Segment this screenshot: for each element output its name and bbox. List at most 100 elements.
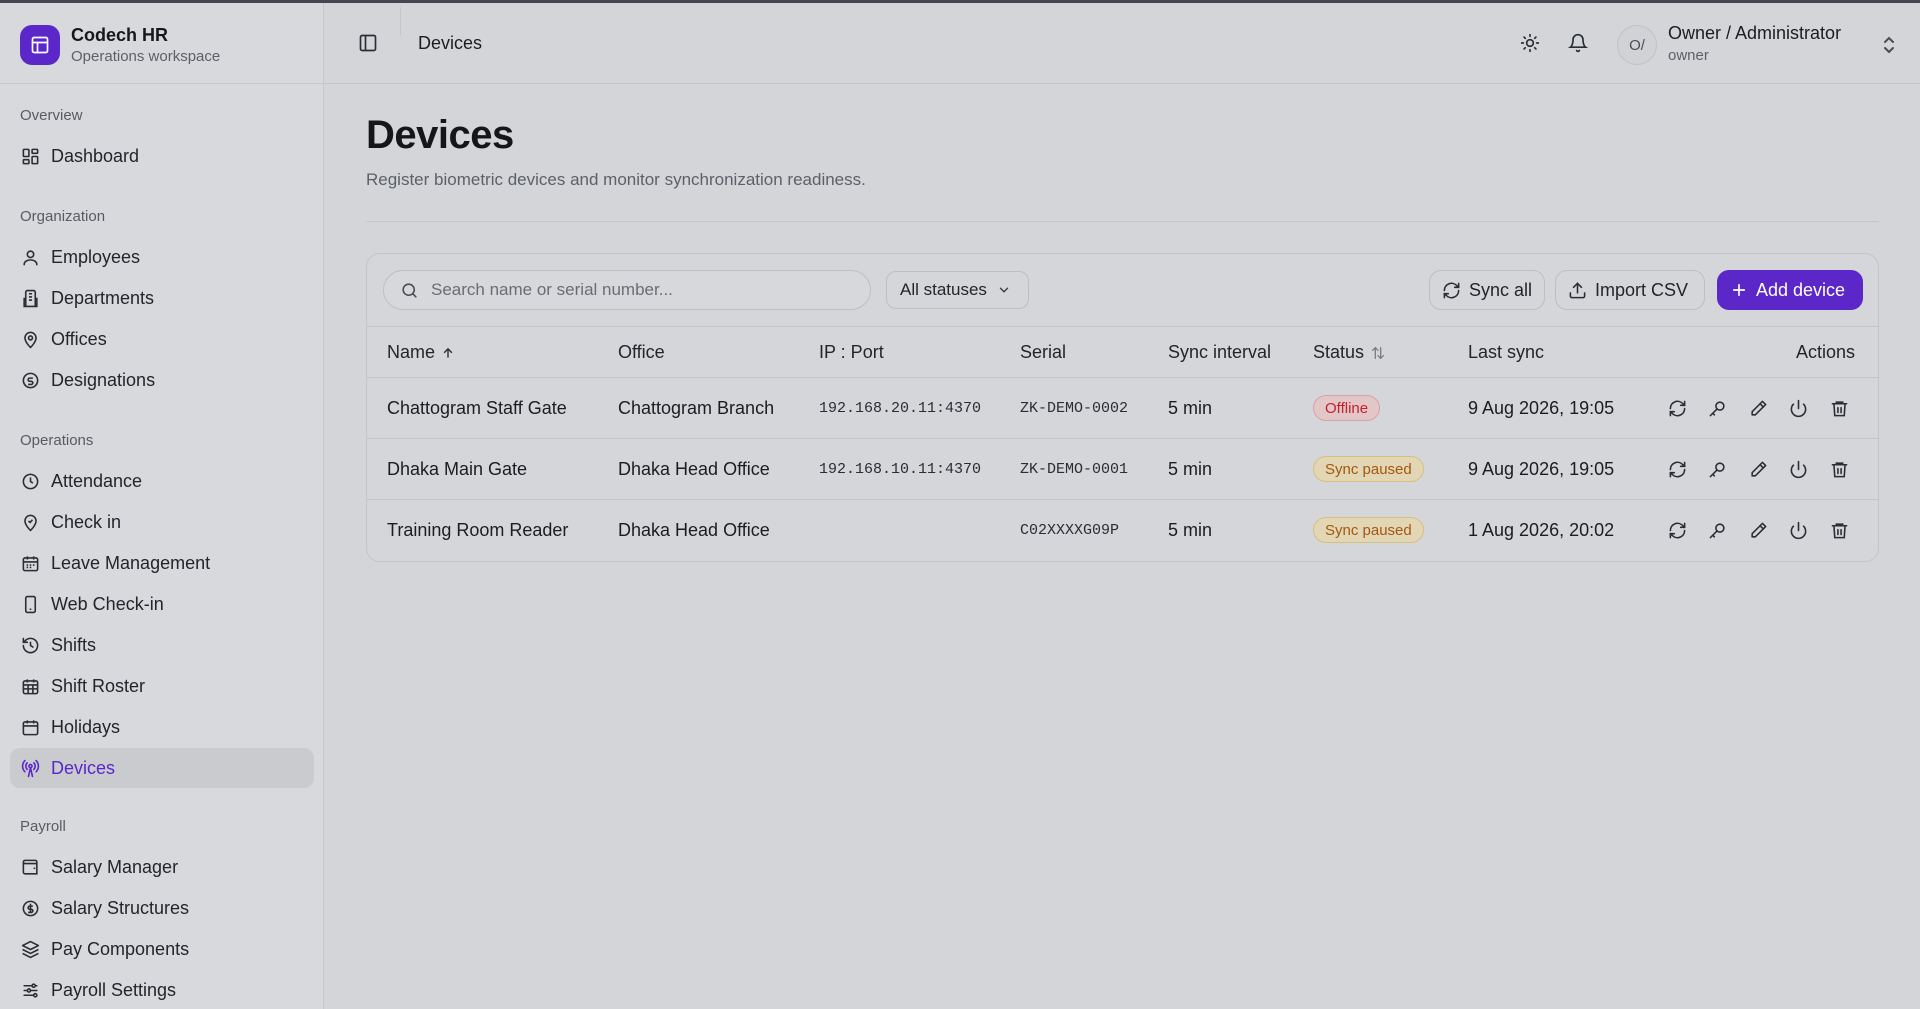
sync-device-button[interactable] <box>1666 519 1688 541</box>
sidebar-item-devices[interactable]: Devices <box>10 748 314 788</box>
sidebar-item-payroll-settings[interactable]: Payroll Settings <box>10 970 314 1009</box>
search-input[interactable] <box>431 280 831 300</box>
status-badge: Offline <box>1313 395 1381 421</box>
table-row[interactable]: Training Room Reader Dhaka Head Office C… <box>367 500 1878 561</box>
column-label: Last sync <box>1468 342 1545 362</box>
delete-device-button[interactable] <box>1828 397 1850 419</box>
section-title-operations: Operations <box>20 432 94 449</box>
sidebar-item-check-in[interactable]: Check in <box>10 502 314 542</box>
brand-name: Codech HR <box>71 25 169 45</box>
divider <box>0 83 324 84</box>
sidebar-item-attendance[interactable]: Attendance <box>10 461 314 501</box>
header-title: Devices <box>418 33 483 53</box>
badge-icon <box>20 370 40 390</box>
delete-device-button[interactable] <box>1828 458 1850 480</box>
device-office: Dhaka Head Office <box>618 520 770 540</box>
column-label: Sync interval <box>1168 342 1272 362</box>
column-header-sync-interval[interactable]: Sync interval <box>1168 342 1271 363</box>
edit-device-button[interactable] <box>1747 458 1769 480</box>
sync-device-button[interactable] <box>1666 397 1688 419</box>
sidebar-item-designations[interactable]: Designations <box>10 360 314 400</box>
column-header-ip-port[interactable]: IP : Port <box>819 342 884 363</box>
status-badge: Sync paused <box>1313 456 1424 482</box>
sidebar-item-shift-roster[interactable]: Shift Roster <box>10 666 314 706</box>
import-csv-button[interactable]: Import CSV <box>1555 270 1705 310</box>
sidebar-item-shifts[interactable]: Shifts <box>10 625 314 665</box>
devices-card: All statuses Sync all Import CSV Add dev… <box>366 253 1879 562</box>
sidebar-item-label: Employees <box>51 246 141 267</box>
search-icon <box>402 282 417 298</box>
sidebar-item-holidays[interactable]: Holidays <box>10 707 314 747</box>
device-sync-interval: 5 min <box>1168 520 1213 540</box>
status-filter-select[interactable]: All statuses <box>886 271 1029 309</box>
device-serial: C02XXXXG09P <box>1020 522 1120 539</box>
column-header-name[interactable]: Name <box>387 342 455 363</box>
avatar: O/ <box>1617 25 1657 65</box>
sidebar-item-label: Designations <box>51 369 156 390</box>
sidebar-item-salary-manager[interactable]: Salary Manager <box>10 847 314 887</box>
chevron-down-icon <box>999 287 1009 293</box>
sidebar-item-leave-management[interactable]: Leave Management <box>10 543 314 583</box>
column-label: Name <box>387 342 436 362</box>
device-serial: ZK-DEMO-0002 <box>1020 400 1129 417</box>
sidebar-item-label: Departments <box>51 287 155 308</box>
column-header-actions: Actions <box>1796 342 1855 363</box>
import-csv-label: Import CSV <box>1595 279 1689 300</box>
sync-all-button[interactable]: Sync all <box>1429 270 1545 310</box>
smartphone-icon <box>20 594 40 614</box>
sidebar-item-label: Dashboard <box>51 145 140 166</box>
sync-device-button[interactable] <box>1666 458 1688 480</box>
toggle-device-power-button[interactable] <box>1787 397 1809 419</box>
sidebar-item-web-check-in[interactable]: Web Check-in <box>10 584 314 624</box>
bell-icon <box>1568 33 1588 53</box>
search-box[interactable] <box>383 270 871 310</box>
sidebar-item-label: Shift Roster <box>51 675 146 696</box>
brand-subtitle: Operations workspace <box>71 48 221 65</box>
sidebar-item-label: Pay Components <box>51 938 190 959</box>
sidebar-toggle-button[interactable] <box>355 30 381 56</box>
power-icon <box>1790 399 1806 417</box>
sidebar-item-offices[interactable]: Offices <box>10 319 314 359</box>
sync-all-label: Sync all <box>1469 279 1533 300</box>
sidebar-item-label: Offices <box>51 328 107 349</box>
device-sync-interval: 5 min <box>1168 459 1213 479</box>
edit-device-button[interactable] <box>1747 519 1769 541</box>
brand[interactable]: Codech HR Operations workspace <box>20 23 310 67</box>
edit-device-button[interactable] <box>1747 397 1769 419</box>
column-header-office[interactable]: Office <box>618 342 665 363</box>
status-badge: Sync paused <box>1313 517 1424 543</box>
delete-device-button[interactable] <box>1828 519 1850 541</box>
sidebar-item-label: Salary Manager <box>51 856 179 877</box>
table-row[interactable]: Dhaka Main Gate Dhaka Head Office 192.16… <box>367 439 1878 500</box>
sidebar-item-pay-components[interactable]: Pay Components <box>10 929 314 969</box>
device-key-button[interactable] <box>1706 458 1728 480</box>
refresh-icon <box>1442 281 1461 300</box>
toggle-device-power-button[interactable] <box>1787 458 1809 480</box>
building-icon <box>20 288 40 308</box>
location-check-icon <box>20 512 40 532</box>
top-header: Devices O/ Owner / Administrator owner <box>325 3 1920 84</box>
toggle-device-power-button[interactable] <box>1787 519 1809 541</box>
column-header-last-sync[interactable]: Last sync <box>1468 342 1544 363</box>
user-name: Owner / Administrator <box>1668 23 1842 43</box>
column-header-serial[interactable]: Serial <box>1020 342 1066 363</box>
sidebar-item-dashboard[interactable]: Dashboard <box>10 136 314 176</box>
theme-toggle-button[interactable] <box>1518 31 1542 55</box>
user-menu[interactable]: O/ Owner / Administrator owner <box>1617 23 1897 67</box>
device-key-button[interactable] <box>1706 397 1728 419</box>
notifications-button[interactable] <box>1566 31 1590 55</box>
add-device-button[interactable]: Add device <box>1717 270 1863 310</box>
page-subtitle: Register biometric devices and monitor s… <box>366 170 866 189</box>
device-office: Dhaka Head Office <box>618 459 770 479</box>
sidebar-item-departments[interactable]: Departments <box>10 278 314 318</box>
sidebar-item-label: Devices <box>51 757 116 778</box>
sidebar-item-employees[interactable]: Employees <box>10 237 314 277</box>
device-name: Training Room Reader <box>387 520 569 540</box>
sidebar-item-salary-structures[interactable]: Salary Structures <box>10 888 314 928</box>
column-header-status[interactable]: Status <box>1313 342 1386 363</box>
device-key-button[interactable] <box>1706 519 1728 541</box>
refresh-icon <box>1669 522 1685 538</box>
user-role: owner <box>1668 47 1709 64</box>
table-row[interactable]: Chattogram Staff Gate Chattogram Branch … <box>367 378 1878 439</box>
chevrons-up-down-icon <box>1884 36 1894 54</box>
